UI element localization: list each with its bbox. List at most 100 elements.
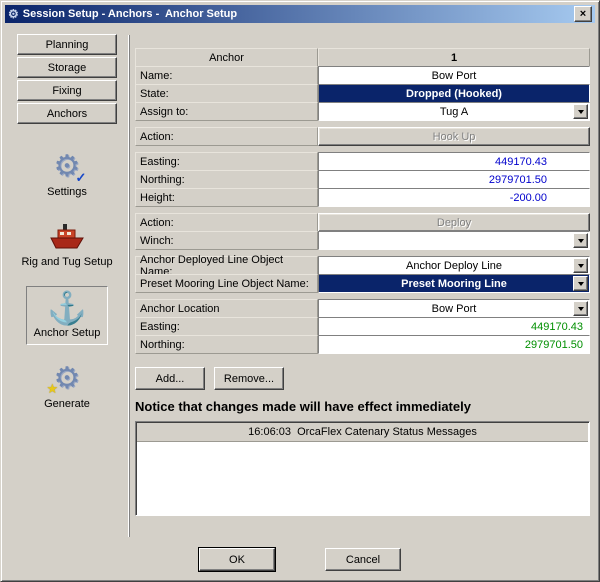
action-deploy-label: Action: xyxy=(135,213,318,232)
chevron-down-icon[interactable] xyxy=(573,258,588,273)
tool-generate-label: Generate xyxy=(44,398,90,410)
form-row-northing2: Northing: 2979701.50 xyxy=(135,335,590,354)
height-field[interactable]: -200.00 xyxy=(318,188,590,207)
sidebar-tab-planning[interactable]: Planning xyxy=(17,34,117,55)
chevron-down-glyph xyxy=(578,282,584,286)
form-row-deployed-line: Anchor Deployed Line Object Name: Anchor… xyxy=(135,256,590,275)
form-row-winch: Winch: xyxy=(135,231,590,250)
tool-anchor-setup-label: Anchor Setup xyxy=(34,327,101,339)
winch-label: Winch: xyxy=(135,231,318,250)
state-label: State: xyxy=(135,84,318,103)
deployed-line-label: Anchor Deployed Line Object Name: xyxy=(135,256,318,275)
sidebar-tab-label: Storage xyxy=(48,62,87,74)
tool-settings[interactable]: ⚙ ✓ Settings xyxy=(40,146,94,203)
sidebar-tab-storage[interactable]: Storage xyxy=(17,57,117,78)
preset-line-label: Preset Mooring Line Object Name: xyxy=(135,274,318,293)
sidebar-tab-label: Anchors xyxy=(47,108,87,120)
add-button[interactable]: Add... xyxy=(135,367,205,390)
form-row-northing1: Northing: 2979701.50 xyxy=(135,170,590,189)
form-row-assign-to: Assign to: Tug A xyxy=(135,102,590,121)
form-group-identity: Anchor 1 Name: Bow Port State: Dropped (… xyxy=(135,48,590,121)
form-row-preset-line: Preset Mooring Line Object Name: Preset … xyxy=(135,274,590,293)
chevron-down-glyph xyxy=(578,307,584,311)
notice-text: Notice that changes made will have effec… xyxy=(135,399,590,414)
northing2-label: Northing: xyxy=(135,335,318,354)
sidebar-tab-label: Fixing xyxy=(52,85,81,97)
generate-gear-icon: ⚙ ★ xyxy=(54,363,81,395)
sidebar-tab-label: Planning xyxy=(46,39,89,51)
state-field[interactable]: Dropped (Hooked) xyxy=(318,84,590,103)
easting2-field[interactable]: 449170.43 xyxy=(318,317,590,336)
action-hookup-label: Action: xyxy=(135,127,318,146)
dialog-window: ⚙ Session Setup - Anchors - Anchor Setup… xyxy=(0,0,600,582)
chevron-down-glyph xyxy=(578,239,584,243)
deployed-line-value: Anchor Deploy Line xyxy=(406,260,502,272)
deploy-button[interactable]: Deploy xyxy=(318,213,590,232)
name-field[interactable]: Bow Port xyxy=(318,66,590,85)
assign-to-select[interactable]: Tug A xyxy=(318,102,590,121)
window-title: Session Setup - Anchors - Anchor Setup xyxy=(23,8,570,20)
form-row-action-hookup: Action: Hook Up xyxy=(135,127,590,146)
ok-button[interactable]: OK xyxy=(199,548,275,571)
northing2-field[interactable]: 2979701.50 xyxy=(318,335,590,354)
status-list-header: 16:06:03 OrcaFlex Catenary Status Messag… xyxy=(137,423,588,442)
preset-line-select[interactable]: Preset Mooring Line xyxy=(318,274,590,293)
chevron-down-glyph xyxy=(578,110,584,114)
assign-to-value: Tug A xyxy=(440,106,468,118)
form-group-deploy: Action: Deploy Winch: xyxy=(135,213,590,250)
form-group-position: Easting: 449170.43 Northing: 2979701.50 … xyxy=(135,152,590,207)
sidebar-tools: ⚙ ✓ Settings Rig and Tug Setup xyxy=(11,146,123,415)
close-button[interactable]: × xyxy=(574,6,592,22)
chevron-down-icon[interactable] xyxy=(573,301,588,316)
close-icon: × xyxy=(580,9,586,19)
deployed-line-select[interactable]: Anchor Deploy Line xyxy=(318,256,590,275)
anchor-location-value: Bow Port xyxy=(432,303,477,315)
check-icon: ✓ xyxy=(76,170,87,186)
chevron-down-glyph xyxy=(578,264,584,268)
form-row-easting1: Easting: 449170.43 xyxy=(135,152,590,171)
sidebar-tab-fixing[interactable]: Fixing xyxy=(17,80,117,101)
easting-field[interactable]: 449170.43 xyxy=(318,152,590,171)
chevron-down-icon[interactable] xyxy=(573,233,588,248)
tool-rig-and-tug-setup[interactable]: Rig and Tug Setup xyxy=(14,216,119,273)
anchor-glyph: ⚓ xyxy=(47,292,87,324)
add-remove-row: Add... Remove... xyxy=(135,367,590,390)
chevron-down-icon[interactable] xyxy=(573,276,588,291)
form-row-action-deploy: Action: Deploy xyxy=(135,213,590,232)
hook-up-button[interactable]: Hook Up xyxy=(318,127,590,146)
main-panel: Anchor 1 Name: Bow Port State: Dropped (… xyxy=(129,35,590,537)
status-message-list[interactable]: 16:06:03 OrcaFlex Catenary Status Messag… xyxy=(135,421,590,516)
cancel-button[interactable]: Cancel xyxy=(325,548,401,571)
winch-select[interactable] xyxy=(318,231,590,250)
status-list-body[interactable] xyxy=(137,442,588,514)
form-row-height: Height: -200.00 xyxy=(135,188,590,207)
dialog-button-bar: OK Cancel xyxy=(1,548,599,571)
preset-line-value: Preset Mooring Line xyxy=(401,278,507,290)
form-row-header: Anchor 1 xyxy=(135,48,590,67)
easting-label: Easting: xyxy=(135,152,318,171)
sidebar: Planning Storage Fixing Anchors ⚙ ✓ Sett… xyxy=(11,34,123,415)
form-row-name: Name: Bow Port xyxy=(135,66,590,85)
northing-field[interactable]: 2979701.50 xyxy=(318,170,590,189)
star-icon: ★ xyxy=(47,381,59,397)
anchor-icon: ⚓ xyxy=(47,292,87,324)
anchor-column-header: Anchor xyxy=(135,48,318,67)
tool-settings-label: Settings xyxy=(47,186,87,198)
anchor-index-header: 1 xyxy=(318,48,590,67)
form-group-lines: Anchor Deployed Line Object Name: Anchor… xyxy=(135,256,590,293)
anchor-location-select[interactable]: Bow Port xyxy=(318,299,590,318)
tool-anchor-setup[interactable]: ⚓ Anchor Setup xyxy=(26,286,109,345)
sidebar-tab-anchors[interactable]: Anchors xyxy=(17,103,117,124)
chevron-down-icon[interactable] xyxy=(573,104,588,119)
title-bar[interactable]: ⚙ Session Setup - Anchors - Anchor Setup… xyxy=(5,5,595,23)
tool-generate[interactable]: ⚙ ★ Generate xyxy=(37,358,97,415)
easting2-label: Easting: xyxy=(135,317,318,336)
tugboat-icon xyxy=(49,221,85,253)
name-label: Name: xyxy=(135,66,318,85)
app-icon: ⚙ xyxy=(8,8,19,20)
anchor-location-label: Anchor Location xyxy=(135,299,318,318)
form-row-state: State: Dropped (Hooked) xyxy=(135,84,590,103)
remove-button[interactable]: Remove... xyxy=(214,367,284,390)
form-row-easting2: Easting: 449170.43 xyxy=(135,317,590,336)
form-row-anchor-location: Anchor Location Bow Port xyxy=(135,299,590,318)
